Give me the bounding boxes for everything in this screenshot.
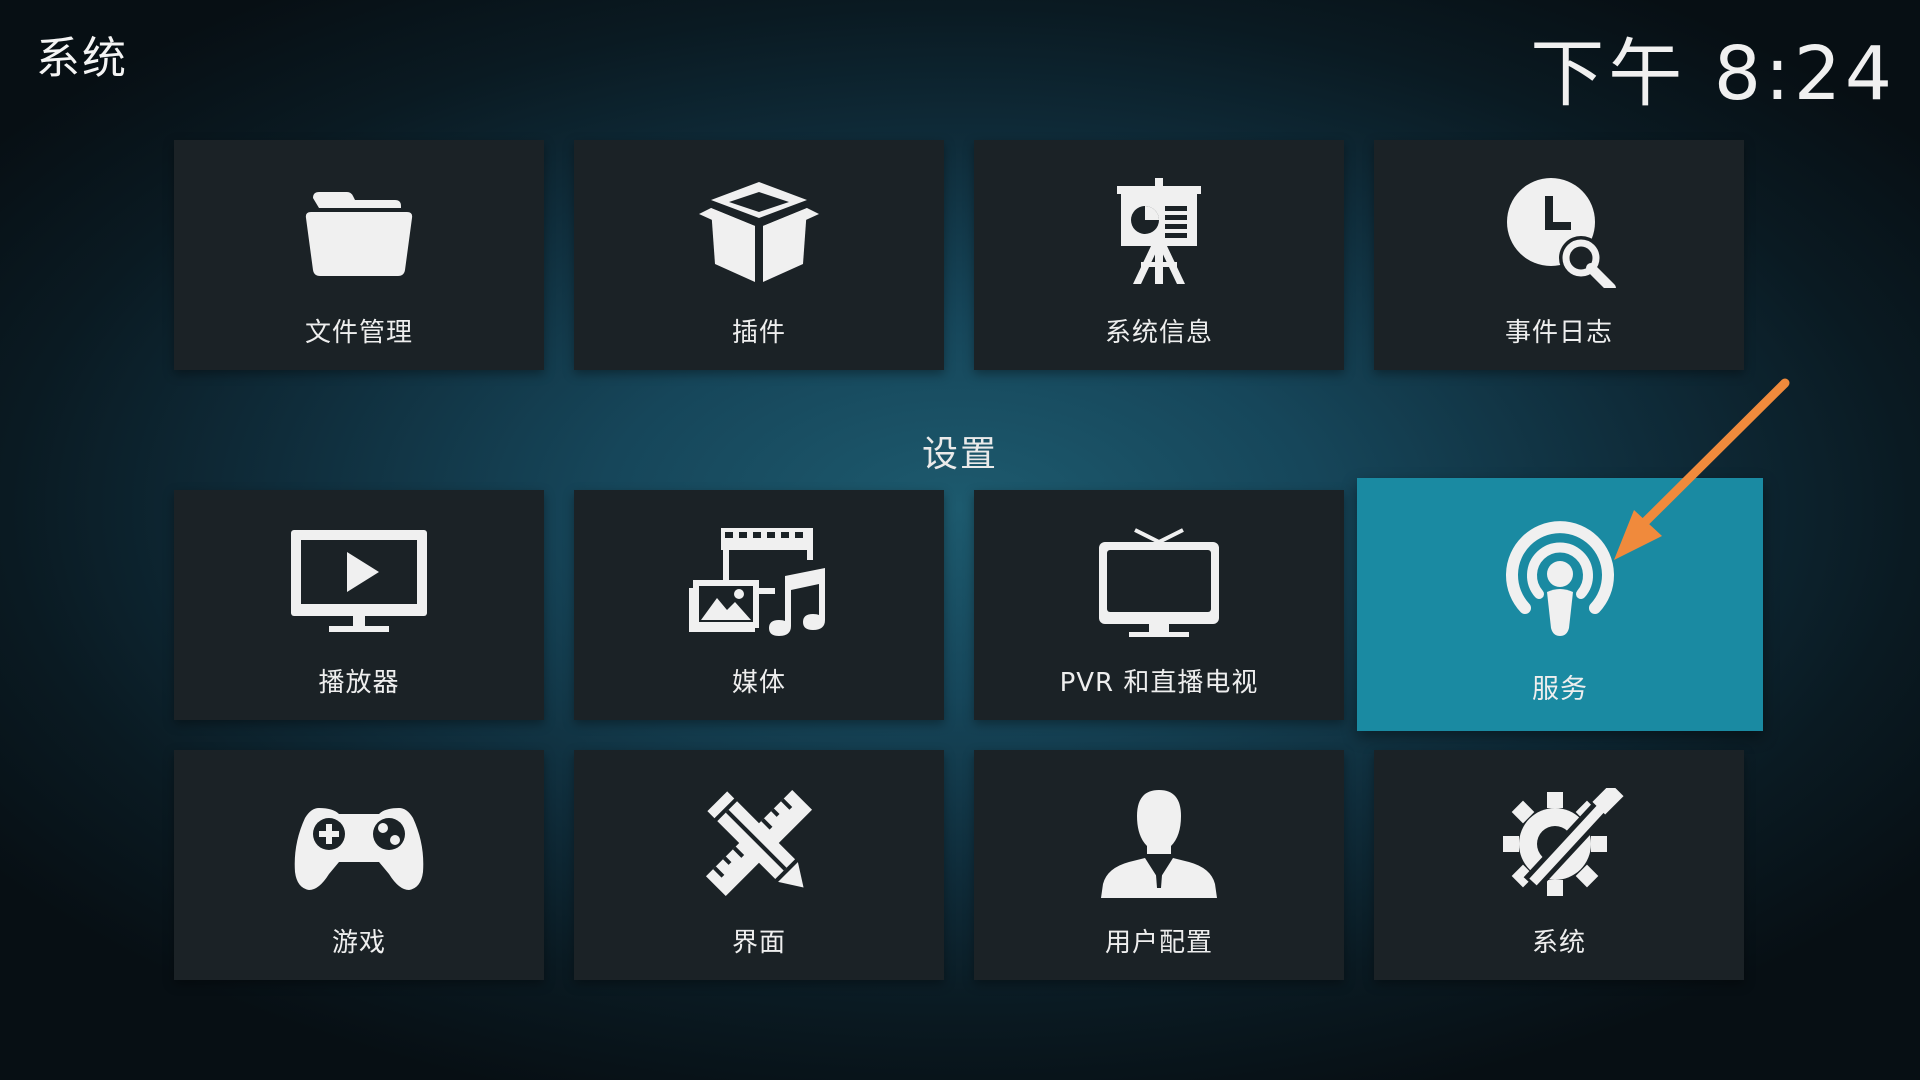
tile-label: 系统信息 [1104, 318, 1213, 348]
tile-profiles[interactable]: 用户配置 [974, 750, 1344, 980]
tile-system[interactable]: 系统 [1374, 750, 1744, 980]
tile-label: 事件日志 [1504, 318, 1613, 348]
user-profile-icon [1089, 788, 1229, 898]
folder-icon [289, 178, 429, 288]
tile-event-log[interactable]: 事件日志 [1374, 140, 1744, 370]
package-box-icon [689, 178, 829, 288]
tile-services[interactable]: 服务 [1357, 478, 1763, 731]
tile-pvr-live-tv[interactable]: PVR 和直播电视 [974, 490, 1344, 720]
gamepad-icon [289, 788, 429, 898]
tv-antenna-icon [1089, 528, 1229, 638]
tile-games[interactable]: 游戏 [174, 750, 544, 980]
tile-label: 播放器 [318, 668, 400, 698]
tile-player[interactable]: 播放器 [174, 490, 544, 720]
tile-system-info[interactable]: 系统信息 [974, 140, 1344, 370]
clock-search-icon [1489, 178, 1629, 288]
media-film-music-icon [689, 528, 829, 638]
page-title: 系统 [36, 33, 128, 84]
tile-interface[interactable]: 界面 [574, 750, 944, 980]
tile-addons[interactable]: 插件 [574, 140, 944, 370]
podcast-broadcast-icon [1485, 518, 1635, 636]
tile-label: 系统 [1531, 928, 1586, 958]
tile-label: 媒体 [731, 668, 786, 698]
tile-label: 服务 [1532, 674, 1588, 705]
tile-label: 游戏 [331, 928, 386, 958]
tv-play-icon [289, 528, 429, 638]
presentation-easel-icon [1089, 178, 1229, 288]
tile-label: 插件 [731, 318, 786, 348]
pencil-ruler-icon [689, 788, 829, 898]
tile-label: PVR 和直播电视 [1059, 668, 1259, 698]
tile-label: 界面 [731, 928, 786, 958]
clock: 下午 8:24 [1530, 31, 1896, 117]
tile-file-manager[interactable]: 文件管理 [174, 140, 544, 370]
tile-label: 文件管理 [304, 318, 413, 348]
tile-label: 用户配置 [1104, 928, 1213, 958]
section-heading-settings: 设置 [921, 434, 998, 475]
gear-tools-icon [1489, 788, 1629, 898]
tile-media[interactable]: 媒体 [574, 490, 944, 720]
